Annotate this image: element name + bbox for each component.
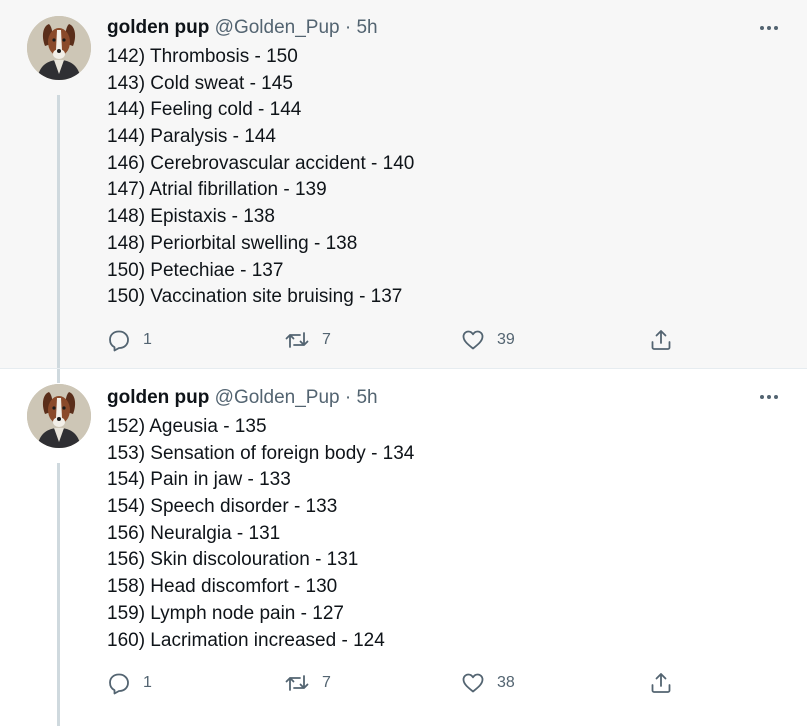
more-button[interactable]	[757, 18, 781, 38]
list-item: 159) Lymph node pain - 127	[107, 602, 344, 624]
reply-icon	[109, 673, 129, 695]
like-button[interactable]: 39	[461, 328, 515, 352]
list-item: 154) Speech disorder - 133	[107, 496, 338, 518]
author-handle[interactable]: @Golden_Pup	[215, 17, 340, 38]
list-item: 156) Neuralgia - 131	[107, 522, 281, 544]
list-item: 150) Petechiae - 137	[107, 259, 284, 281]
list-item: 158) Head discomfort - 130	[107, 576, 338, 598]
like-icon	[462, 330, 484, 350]
separator: ·	[344, 387, 352, 408]
list-item: 144) Paralysis - 144	[107, 126, 276, 148]
share-icon	[651, 330, 671, 350]
tweet-header: golden pup @Golden_Pup · 5h	[107, 17, 378, 39]
list-item: 156) Skin discolouration - 131	[107, 549, 359, 571]
more-icon	[760, 395, 764, 399]
more-icon	[760, 26, 764, 30]
author-name[interactable]: golden pup	[107, 387, 209, 408]
list-item: 154) Pain in jaw - 133	[107, 469, 291, 491]
retweet-button[interactable]: 7	[284, 671, 331, 695]
author-handle[interactable]: @Golden_Pup	[215, 387, 340, 408]
list-item: 144) Feeling cold - 144	[107, 99, 302, 121]
list-item: 160) Lacrimation increased - 124	[107, 629, 385, 651]
list-item: 150) Vaccination site bruising - 137	[107, 286, 403, 308]
reply-count: 1	[143, 674, 152, 691]
list-item: 147) Atrial fibrillation - 139	[107, 179, 327, 201]
like-count: 38	[497, 674, 515, 691]
share-button[interactable]	[649, 328, 673, 352]
more-button[interactable]	[757, 387, 781, 407]
avatar[interactable]	[27, 384, 91, 448]
tweet-text: 142) Thrombosis - 150 143) Cold sweat - …	[107, 44, 414, 311]
reply-icon	[109, 330, 129, 352]
author-name[interactable]: golden pup	[107, 17, 209, 38]
dog-portrait-icon	[27, 384, 91, 448]
list-item: 152) Ageusia - 135	[107, 416, 267, 437]
reply-button[interactable]: 1	[107, 328, 152, 352]
list-item: 153) Sensation of foreign body - 134	[107, 442, 415, 464]
retweet-icon	[285, 675, 309, 691]
dog-portrait-icon	[27, 16, 91, 80]
retweet-icon	[285, 332, 309, 348]
retweet-button[interactable]: 7	[284, 328, 331, 352]
tweet-text: 152) Ageusia - 135 153) Sensation of for…	[107, 414, 414, 654]
reply-count: 1	[143, 331, 152, 348]
list-item: 142) Thrombosis - 150	[107, 46, 298, 67]
share-button[interactable]	[649, 671, 673, 695]
like-icon	[462, 673, 484, 693]
retweet-count: 7	[322, 331, 331, 348]
list-item: 146) Cerebrovascular accident - 140	[107, 152, 415, 174]
thread-line	[57, 463, 60, 726]
like-count: 39	[497, 331, 515, 348]
tweet-header: golden pup @Golden_Pup · 5h	[107, 387, 378, 409]
list-item: 148) Periorbital swelling - 138	[107, 232, 358, 254]
separator: ·	[344, 17, 352, 38]
tweet[interactable]: golden pup @Golden_Pup · 5h 142) Thrombo…	[0, 0, 807, 368]
thread-line	[57, 95, 60, 368]
timestamp[interactable]: 5h	[356, 387, 377, 408]
like-button[interactable]: 38	[461, 671, 515, 695]
list-item: 143) Cold sweat - 145	[107, 72, 293, 94]
retweet-count: 7	[322, 674, 331, 691]
share-icon	[651, 673, 671, 693]
tweet[interactable]: golden pup @Golden_Pup · 5h 152) Ageusia…	[0, 369, 807, 726]
list-item: 148) Epistaxis - 138	[107, 206, 275, 228]
avatar[interactable]	[27, 16, 91, 80]
timestamp[interactable]: 5h	[356, 17, 377, 38]
reply-button[interactable]: 1	[107, 671, 152, 695]
thread-line	[57, 369, 60, 383]
